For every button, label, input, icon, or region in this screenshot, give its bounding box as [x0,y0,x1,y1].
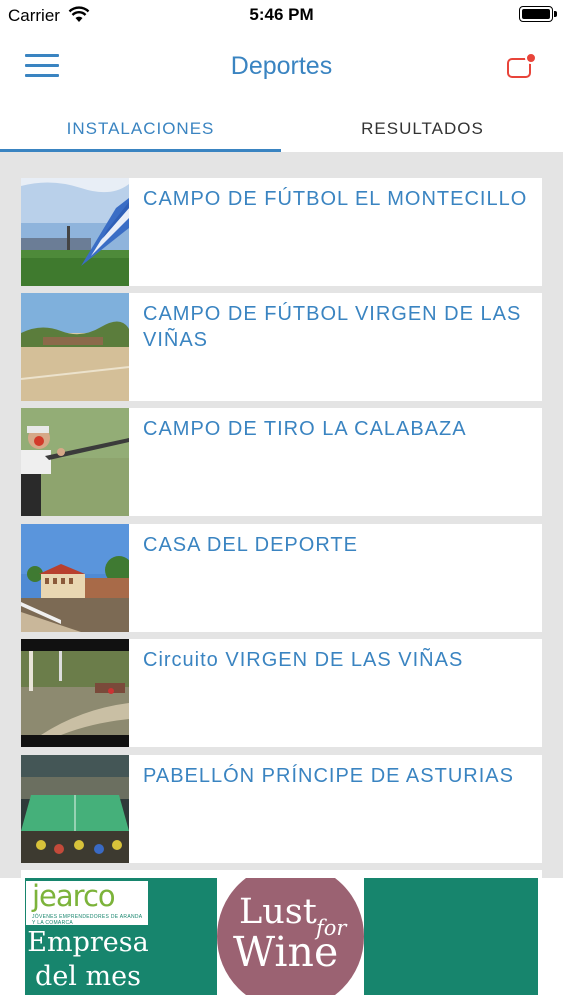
notification-badge [525,52,537,64]
wine-logo-wine: Wine [233,928,339,976]
shooter-thumbnail [21,408,129,516]
facility-name: PABELLÓN PRÍNCIPE DE ASTURIAS [143,765,514,787]
facility-name: CAMPO DE FÚTBOL VIRGEN DE LAS VIÑAS [143,303,522,351]
facility-name: CAMPO DE TIRO LA CALABAZA [143,418,467,440]
jearco-logo: jearco JÓVENES EMPRENDEDORES DE ARANDA Y… [26,879,148,926]
notification-icon[interactable] [507,52,537,80]
page-title: Deportes [230,52,333,80]
jearco-brand: jearco [32,879,116,913]
arena-thumbnail [21,755,129,863]
list-item[interactable]: PABELLÓN PRÍNCIPE DE ASTURIAS [21,755,542,863]
jearco-tagline: JÓVENES EMPRENDEDORES DE ARANDA Y LA COM… [32,914,143,926]
wine-logo-lust: Lust [239,892,317,932]
facility-list[interactable]: CAMPO DE FÚTBOL EL MONTECILLO CAMPO DE F… [0,152,563,878]
battery-icon [519,6,557,22]
facility-name: Circuito VIRGEN DE LAS VIÑAS [143,649,464,671]
list-item[interactable]: CASA DEL DEPORTE [21,524,542,632]
list-item[interactable]: CAMPO DE TIRO LA CALABAZA [21,408,542,516]
list-item[interactable]: CAMPO DE FÚTBOL EL MONTECILLO [21,178,542,286]
tab-bar: INSTALACIONES RESULTADOS [0,106,563,152]
tab-instalaciones[interactable]: INSTALACIONES [0,106,281,152]
trail-thumbnail [21,639,129,747]
ad-banner[interactable]: jearco JÓVENES EMPRENDEDORES DE ARANDA Y… [0,878,563,1000]
ad-right-panel[interactable] [364,878,538,995]
dirt-field-thumbnail [21,293,129,401]
tab-label: RESULTADOS [361,119,484,138]
list-item[interactable] [21,870,542,878]
facility-name: CASA DEL DEPORTE [143,534,358,556]
status-bar: Carrier 5:46 PM [0,0,563,30]
list-item[interactable]: Circuito VIRGEN DE LAS VIÑAS [21,639,542,747]
tab-label: INSTALACIONES [66,119,215,138]
facility-name: CAMPO DE FÚTBOL EL MONTECILLO [143,188,528,210]
nav-bar: Deportes [0,30,563,106]
clock: 5:46 PM [249,5,314,24]
lust-for-wine-logo[interactable]: Lust for Wine [217,878,364,995]
tab-resultados[interactable]: RESULTADOS [282,106,563,152]
list-item[interactable]: CAMPO DE FÚTBOL VIRGEN DE LAS VIÑAS [21,293,542,401]
ad-headline: Empresa del mes [27,927,149,992]
building-thumbnail [21,524,129,632]
stadium-thumbnail [21,178,129,286]
